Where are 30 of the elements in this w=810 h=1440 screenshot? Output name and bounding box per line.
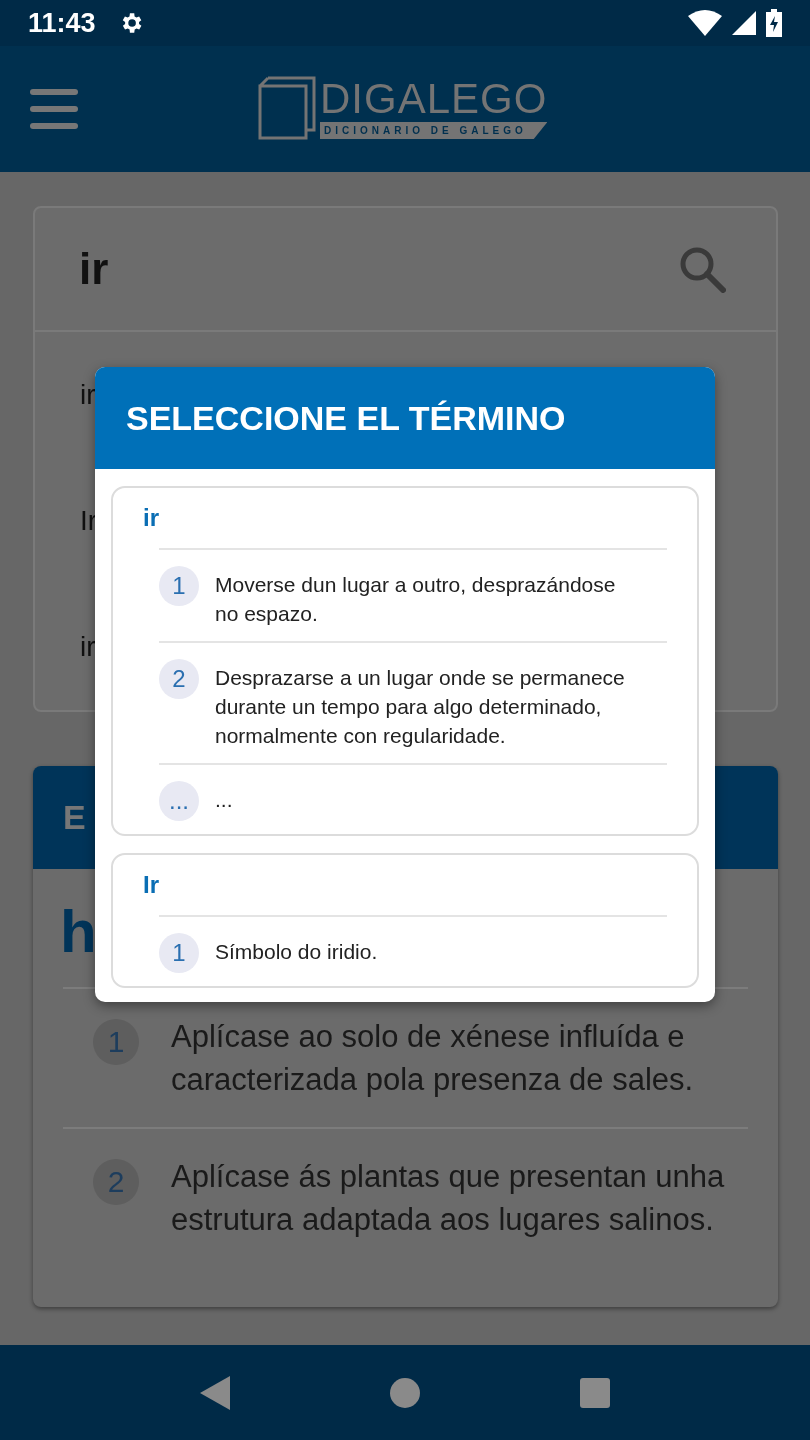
headword: h [60,898,97,965]
logo-title: DIGALEGO [320,76,548,122]
signal-icon [732,11,756,35]
recents-icon[interactable] [580,1377,610,1408]
sense-text: Aplícase ao solo de xénese influída e caracterizada pola presenza de sales. [171,1018,695,1099]
dialog-title: SELECCIONE EL TÉRMINO [95,367,715,469]
home-icon[interactable] [390,1377,420,1408]
logo-subtitle: DICIONARIO DE GALEGO [320,122,548,139]
sense-number: ... [159,781,199,821]
term-card[interactable]: Ir 1 Símbolo do iridio. [111,853,699,988]
term-card[interactable]: ir 1 Moverse dun lugar a outro, desprazándose no espazo. 2 Desprazarse a un lugar onde se permanece durante un tempo para algo determinado, normalmente con regularidade. ... ... [111,486,699,836]
back-icon[interactable] [200,1375,230,1410]
sense-text: Aplícase ás plantas que presentan unha estrutura adaptada aos lugares salinos. [171,1158,726,1239]
sense-number: 2 [159,659,199,699]
sense-text: Moverse dun lugar a outro, desprazándose no espazo. [215,572,617,627]
book-icon [258,76,316,140]
term-title: ir [143,503,160,533]
sense-number: 1 [93,1019,139,1065]
menu-icon[interactable] [30,89,78,129]
battery-icon [766,9,782,37]
wifi-icon [688,10,722,36]
sense-number: 1 [159,933,199,973]
sense-number: 1 [159,566,199,606]
status-time: 11:43 [28,7,96,39]
search-field[interactable]: ir [79,244,678,294]
sense-text: ... [215,787,233,813]
sense-text: Desprazarse a un lugar onde se permanece durante un tempo para algo determinado, normalmente con regularidade. [215,665,626,749]
sense-number: 2 [93,1159,139,1205]
sense-text: Símbolo do iridio. [215,939,378,965]
term-title: Ir [143,870,160,900]
